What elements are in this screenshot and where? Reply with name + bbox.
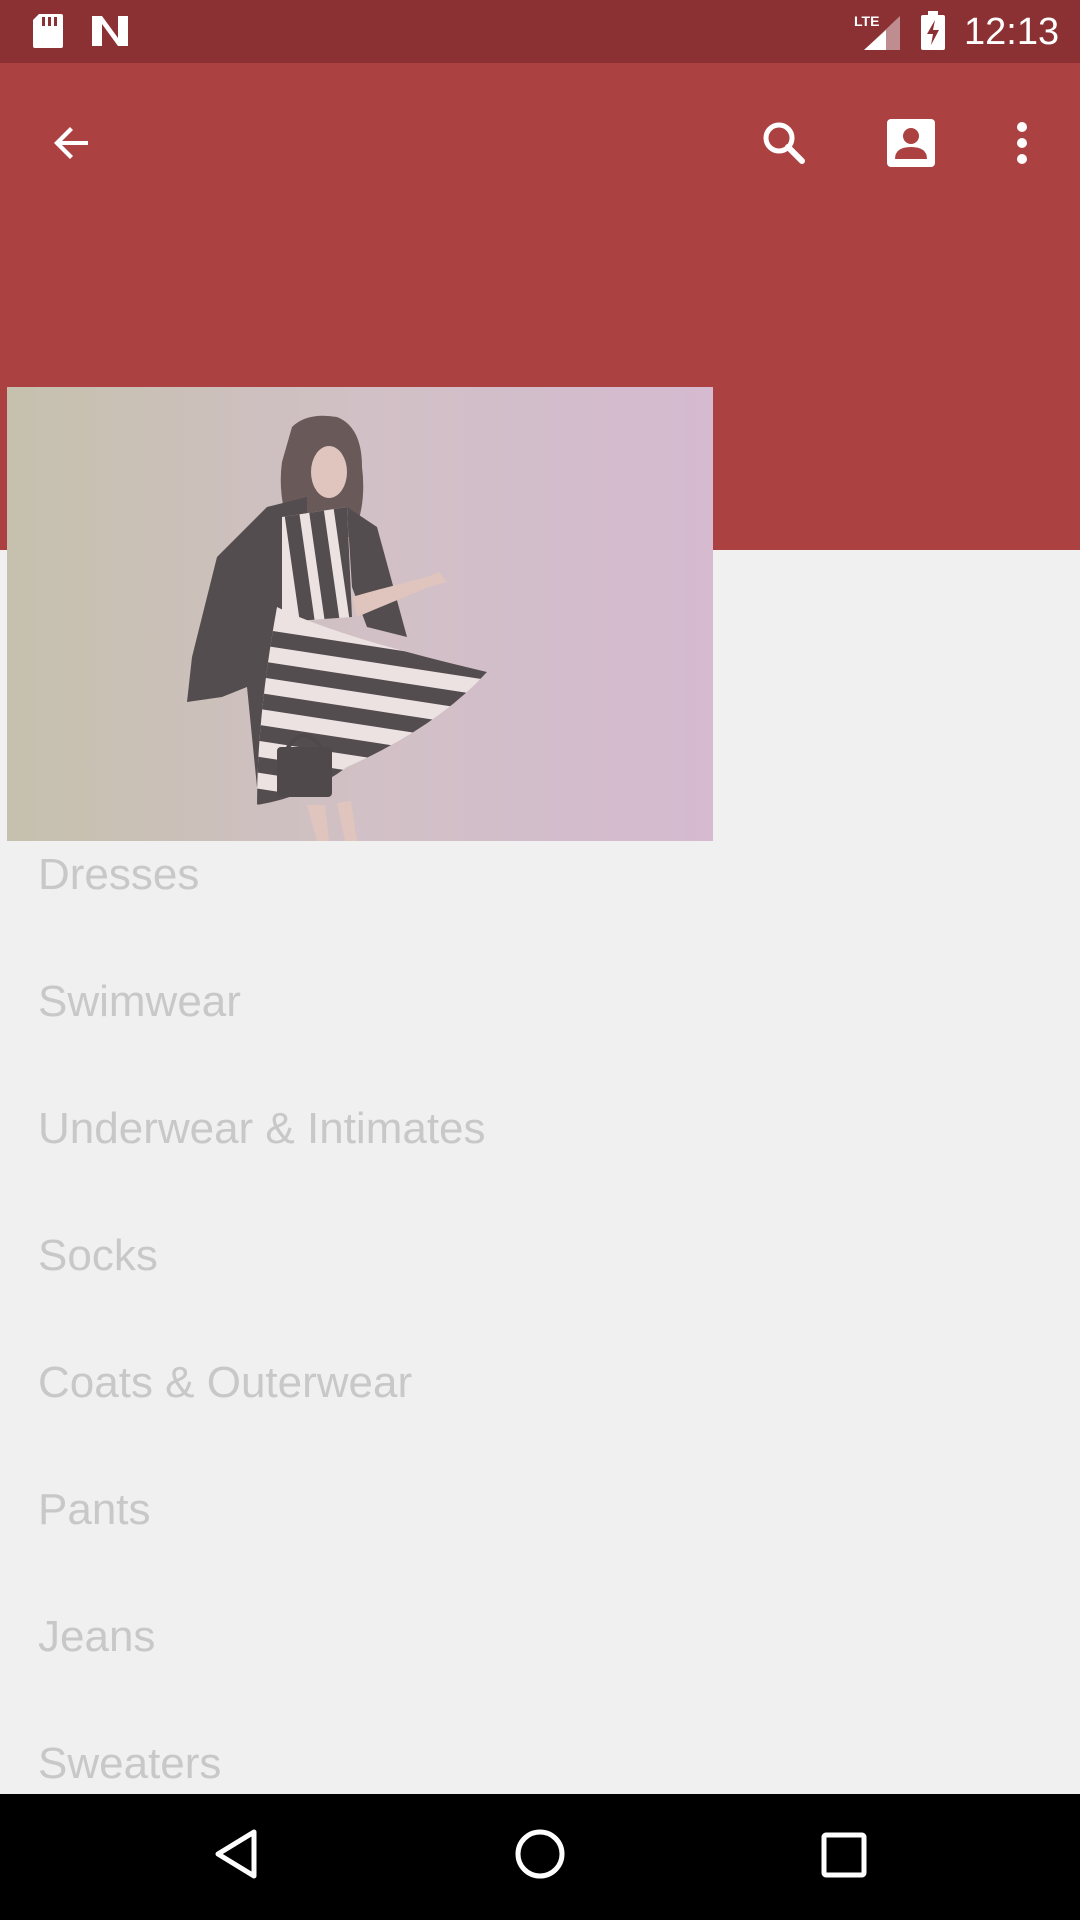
nav-recents-icon <box>821 1832 867 1878</box>
lte-signal-icon: LTE <box>852 12 902 57</box>
category-item-coats-outerwear[interactable]: Coats & Outerwear <box>38 1353 412 1413</box>
nav-home-icon <box>515 1829 565 1879</box>
n-notification-icon <box>90 14 130 53</box>
category-item-jeans[interactable]: Jeans <box>38 1607 155 1667</box>
status-bar: LTE 12:13 <box>0 0 1080 63</box>
back-arrow-icon <box>54 127 88 159</box>
category-list: Dresses Swimwear Underwear & Intimates S… <box>0 840 1080 1794</box>
overflow-menu-button[interactable] <box>986 107 1058 179</box>
lte-label: LTE <box>854 13 879 29</box>
overflow-menu-icon <box>1017 122 1027 164</box>
battery-charging-icon <box>920 11 946 56</box>
category-item-socks[interactable]: Socks <box>38 1226 158 1286</box>
category-item-pants[interactable]: Pants <box>38 1480 151 1540</box>
category-item-swimwear[interactable]: Swimwear <box>38 972 241 1032</box>
nav-recents-button[interactable] <box>818 1824 870 1889</box>
nav-back-button[interactable] <box>206 1824 266 1889</box>
back-button[interactable] <box>36 107 108 179</box>
system-nav-bar <box>0 1794 1080 1920</box>
nav-back-icon <box>215 1829 257 1879</box>
nav-home-button[interactable] <box>512 1824 568 1889</box>
category-item-underwear-intimates[interactable]: Underwear & Intimates <box>38 1099 486 1159</box>
sd-card-icon <box>31 12 65 55</box>
category-item-dresses[interactable]: Dresses <box>38 845 199 905</box>
category-item-sweaters[interactable]: Sweaters <box>38 1734 221 1794</box>
account-icon <box>887 119 935 167</box>
account-button[interactable] <box>875 107 947 179</box>
hero-fashion-image[interactable] <box>7 387 713 841</box>
status-clock: 12:13 <box>964 11 1060 53</box>
fashion-photo <box>7 387 713 841</box>
search-icon <box>763 122 805 164</box>
search-button[interactable] <box>748 107 820 179</box>
